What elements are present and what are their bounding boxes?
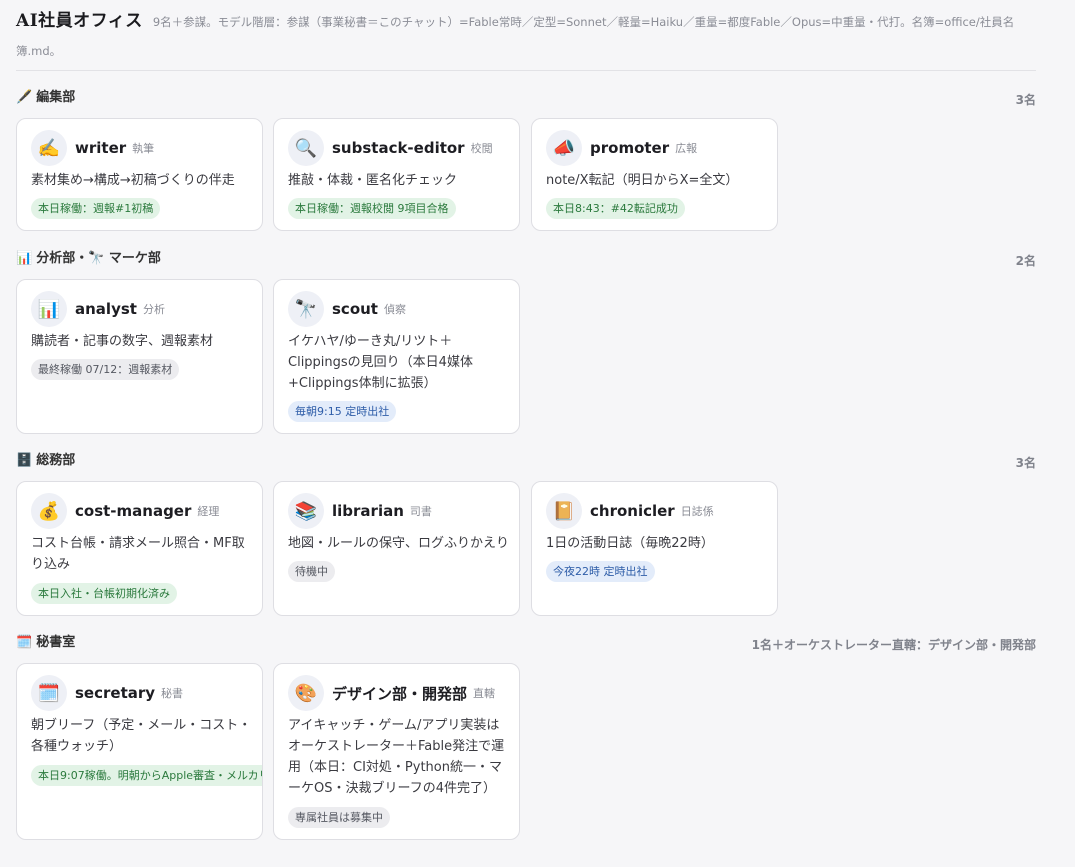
- employee-role: 校閲: [470, 142, 493, 155]
- employee-description: コスト台帳・請求メール照合・MF取り込み: [31, 536, 245, 572]
- employee-description: イケハヤ/ゆーき丸/リツト＋Clippingsの見回り（本日4媒体+Clippi…: [288, 334, 473, 391]
- employee-card[interactable]: 📣 promoter 広報 note/X転記（明日からX=全文） 本日8:43：#42転…: [531, 118, 778, 231]
- employee-card-header: 📔 chronicler 日誌係: [546, 493, 714, 529]
- employee-avatar: 💰: [31, 493, 67, 529]
- employee-card-header: ✍️ writer 執筆: [31, 130, 154, 166]
- page-header: AI社員オフィス 9名＋参謀。モデル階層：参謀（事業秘書＝このチャット）=Fabl…: [16, 0, 1036, 71]
- department-icon: 🖋️: [16, 90, 33, 105]
- employee-card[interactable]: 🔭 scout 偵察イケハヤ/ゆーき丸/リツト＋Clippingsの見回り（本日4媒…: [273, 279, 520, 434]
- employee-card[interactable]: 📚 librarian 司書地図・ルールの保守、ログふりかえり待機中: [273, 481, 520, 616]
- status-badge: 本日入社・台帳初期化済み: [31, 583, 177, 604]
- employee-card[interactable]: 📊 analyst 分析購読者・記事の数字、週報素材最終稼働 07/12：週報素材: [16, 279, 263, 434]
- page-title: AI社員オフィス: [16, 11, 143, 31]
- employee-name: secretary: [75, 684, 156, 702]
- employee-name: librarian: [332, 502, 404, 520]
- employee-role: 秘書: [161, 687, 184, 700]
- employee-avatar: 🎨: [288, 675, 324, 711]
- employee-card-header: 🔍 substack-editor 校閲: [288, 130, 493, 166]
- employee-name: デザイン部・開発部: [332, 684, 468, 703]
- status-badge: 専属社員は募集中: [288, 807, 390, 828]
- employee-avatar: 🔭: [288, 291, 324, 327]
- employee-role: 司書: [409, 505, 432, 518]
- employee-avatar: 📔: [546, 493, 582, 529]
- department-title: 🗄️ 総務部: [16, 451, 75, 471]
- employee-description: 朝ブリーフ（予定・メール・コスト・各種ウォッチ）: [31, 718, 252, 754]
- employee-description: note/X転記（明日からX=全文）: [546, 173, 739, 188]
- employee-name: promoter: [590, 139, 670, 157]
- employee-description: 推敲・体裁・匿名化チェック: [288, 173, 458, 188]
- employee-card-header: 🗓️ secretary 秘書: [31, 675, 183, 711]
- status-badge: 本日稼働：週報#1初稿: [31, 198, 161, 219]
- employee-role: 分析: [142, 303, 165, 316]
- department-count: 3名: [1015, 456, 1036, 470]
- status-badge: 最終稼働 07/12：週報素材: [31, 359, 180, 380]
- employee-avatar: 📣: [546, 130, 582, 166]
- employee-card-header: 📣 promoter 広報: [546, 130, 697, 166]
- department-icon: 🗄️: [16, 453, 33, 468]
- status-badge: 本日8:43：#42転記成功: [546, 198, 685, 219]
- page-subtitle: 9名＋参謀。モデル階層：参謀（事業秘書＝このチャット）=Fable常時／定型=S…: [16, 15, 1015, 58]
- employee-avatar: 🔍: [288, 130, 324, 166]
- department-section: 📊 分析部・🔭 マーケ部 2名 📊 analyst 分析 購読者・記事の数字、週報素材 最終稼…: [16, 249, 1036, 434]
- status-badge: 本日稼働：週報校閲 9項目合格: [288, 198, 456, 219]
- status-badge: 待機中: [288, 561, 335, 582]
- employee-description: 地図・ルールの保守、ログふりかえり: [288, 536, 510, 551]
- department-name: 秘書室: [36, 635, 76, 650]
- status-badge: 本日9:07稼働。明朝からApple審査・メルカリ: [31, 765, 262, 786]
- office-page: AI社員オフィス 9名＋参謀。モデル階層：参謀（事業秘書＝このチャット）=Fabl…: [16, 0, 1036, 71]
- department-header: 🖋️ 編集部 3名: [16, 88, 1036, 108]
- status-badge: 今夜22時 定時出社: [546, 561, 655, 582]
- employee-role: 執筆: [132, 142, 155, 155]
- department-header: 🗄️ 総務部 3名: [16, 451, 1036, 471]
- employee-card-header: 🎨 デザイン部・開発部 直轄: [288, 675, 495, 711]
- employee-role: 日誌係: [680, 505, 714, 518]
- employee-description: 素材集め→構成→初稿づくりの伴走: [31, 173, 235, 188]
- department-name: 分析部・🔭 マーケ部: [36, 251, 161, 266]
- employee-role: 広報: [675, 142, 698, 155]
- department-icon: 🗓️: [16, 635, 33, 650]
- employee-role: 偵察: [383, 303, 406, 316]
- department-count: 3名: [1015, 93, 1036, 107]
- employee-card[interactable]: 🗓️ secretary 秘書朝ブリーフ（予定・メール・コスト・各種ウォッチ） 本日9…: [16, 663, 263, 840]
- employee-card-header: 📚 librarian 司書: [288, 493, 432, 529]
- employee-name: analyst: [75, 300, 137, 318]
- employee-card[interactable]: ✍️ writer 執筆素材集め→構成→初稿づくりの伴走本日稼働：週報#1初稿: [16, 118, 263, 231]
- department-title: 🗓️ 秘書室: [16, 633, 75, 653]
- employee-card-header: 💰 cost-manager 経理: [31, 493, 219, 529]
- status-badge: 毎朝9:15 定時出社: [288, 401, 397, 422]
- employee-avatar: 📚: [288, 493, 324, 529]
- employee-card-header: 📊 analyst 分析: [31, 291, 165, 327]
- department-count: 2名: [1015, 254, 1036, 268]
- employee-card[interactable]: 📔 chronicler 日誌係 1日の活動日誌（毎晩22時） 今夜22時 定時出社: [531, 481, 778, 616]
- department-header: 📊 分析部・🔭 マーケ部 2名: [16, 249, 1036, 269]
- department-count: 1名＋オーケストレーター直轄：デザイン部・開発部: [751, 638, 1036, 652]
- employee-card-header: 🔭 scout 偵察: [288, 291, 406, 327]
- employee-avatar: ✍️: [31, 130, 67, 166]
- department-section: 🖋️ 編集部 3名 ✍️ writer 執筆素材集め→構成→初稿づくりの伴走本日稼働：週報…: [16, 88, 1036, 231]
- employee-card[interactable]: 🎨 デザイン部・開発部 直轄アイキャッチ・ゲーム/アプリ実装はオーケストレーター＋F…: [273, 663, 520, 840]
- department-title: 📊 分析部・🔭 マーケ部: [16, 249, 161, 269]
- employee-name: scout: [332, 300, 378, 318]
- department-name: 編集部: [36, 90, 76, 105]
- department-title: 🖋️ 編集部: [16, 88, 75, 108]
- employee-name: substack-editor: [332, 139, 465, 157]
- employee-description: 1日の活動日誌（毎晩22時）: [546, 536, 714, 551]
- employee-description: 購読者・記事の数字、週報素材: [31, 334, 214, 349]
- employee-name: writer: [75, 139, 127, 157]
- employee-name: cost-manager: [75, 502, 192, 520]
- employee-role: 経理: [197, 505, 220, 518]
- department-section: 🗓️ 秘書室 1名＋オーケストレーター直轄：デザイン部・開発部 🗓️ secretary…: [16, 633, 1036, 840]
- employee-role: 直轄: [473, 687, 496, 700]
- department-section: 🗄️ 総務部 3名 💰 cost-manager 経理コスト台帳・請求メール照合・MF取り…: [16, 451, 1036, 616]
- department-name: 総務部: [36, 453, 76, 468]
- department-header: 🗓️ 秘書室 1名＋オーケストレーター直轄：デザイン部・開発部: [16, 633, 1036, 653]
- employee-card[interactable]: 💰 cost-manager 経理コスト台帳・請求メール照合・MF取り込み本日入社・…: [16, 481, 263, 616]
- employee-avatar: 📊: [31, 291, 67, 327]
- employee-name: chronicler: [590, 502, 675, 520]
- employee-avatar: 🗓️: [31, 675, 67, 711]
- department-icon: 📊: [16, 251, 33, 266]
- employee-card[interactable]: 🔍 substack-editor 校閲推敲・体裁・匿名化チェック本日稼働：週報校閲…: [273, 118, 520, 231]
- employee-description: アイキャッチ・ゲーム/アプリ実装はオーケストレーター＋Fable発注で運用（本日…: [288, 718, 505, 796]
